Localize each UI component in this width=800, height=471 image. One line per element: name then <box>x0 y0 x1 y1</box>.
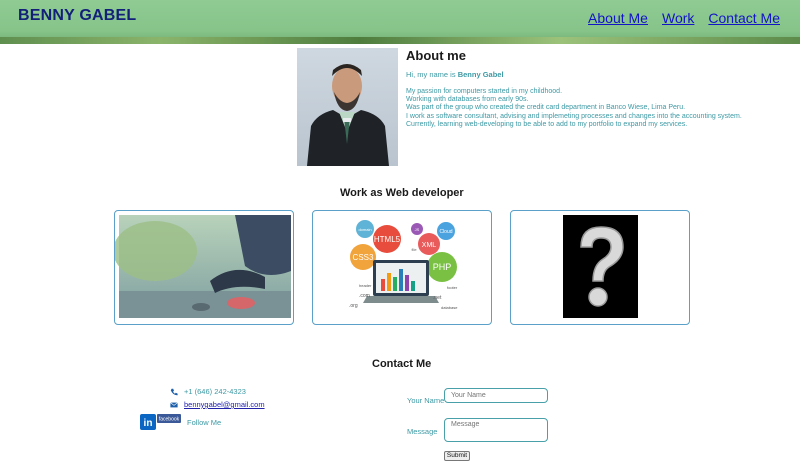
phone-icon <box>170 388 178 395</box>
tag-xml: XML <box>422 242 437 249</box>
web-technologies-icon: HTML5 CSS3 PHP XML JS Cloud domain file … <box>349 220 458 310</box>
about-line: I work as software consultant, advising … <box>406 112 742 120</box>
envelope-icon <box>170 401 178 407</box>
main-nav: About Me Work Contact Me <box>588 10 780 26</box>
tag-domain: domain <box>358 227 371 232</box>
linkedin-icon[interactable]: in <box>140 414 156 430</box>
work-card-runner[interactable] <box>114 210 294 325</box>
about-intro-prefix: Hi, my name is <box>406 70 458 79</box>
message-textarea[interactable] <box>444 418 548 442</box>
about-line: Working with databases from early 90s. <box>406 96 529 104</box>
tag-cloud: Cloud <box>439 229 452 235</box>
email-link[interactable]: bennygabel@gmail.com <box>184 400 265 409</box>
about-title: About me <box>406 48 466 63</box>
about-body: My passion for computers started in my c… <box>406 88 786 129</box>
about-line: Was part of the group who created the cr… <box>406 104 686 112</box>
phone-row: +1 (646) 242-4323 <box>170 387 246 396</box>
about-line: My passion for computers started in my c… <box>406 88 563 95</box>
facebook-text: facebook <box>159 417 180 423</box>
header-decor-strip <box>0 37 800 44</box>
social-row: in facebook Follow Me <box>140 414 221 430</box>
tag-database: database <box>441 305 458 310</box>
tag-com: .com <box>359 293 370 299</box>
tag-net: .net <box>433 295 442 301</box>
nav-link-about-me[interactable]: About Me <box>588 10 648 26</box>
follow-me-text: Follow Me <box>187 417 222 427</box>
brand-title: BENNY GABEL <box>18 7 137 24</box>
tag-file: file <box>411 247 417 252</box>
tag-php: PHP <box>433 262 452 272</box>
work-section-title: Work as Web developer <box>340 187 464 199</box>
profile-photo <box>297 48 398 166</box>
tag-org: .org <box>349 303 358 309</box>
work-card-web-tech[interactable]: HTML5 CSS3 PHP XML JS Cloud domain file … <box>312 210 492 325</box>
message-label: Message <box>407 427 438 436</box>
tag-html5: HTML5 <box>374 235 401 244</box>
about-line: Currently, learning web-developing to be… <box>406 120 688 128</box>
nav-link-contact-me[interactable]: Contact Me <box>708 10 780 26</box>
tag-css3: CSS3 <box>353 253 374 262</box>
phone-number: +1 (646) 242-4323 <box>184 387 246 396</box>
linkedin-text: in <box>144 418 153 429</box>
question-mark-icon <box>563 215 638 318</box>
page: BENNY GABEL About Me Work Contact Me Abo… <box>0 0 800 471</box>
tag-js: JS <box>415 227 420 232</box>
contact-section-title: Contact Me <box>372 358 432 370</box>
about-intro: Hi, my name is Benny Gabel <box>406 70 504 79</box>
facebook-icon[interactable]: facebook <box>157 414 181 423</box>
header: BENNY GABEL About Me Work Contact Me <box>0 0 800 44</box>
tag-footer: footer <box>447 285 458 290</box>
runner-photo-icon <box>115 215 291 318</box>
your-name-input[interactable] <box>444 388 548 403</box>
email-row: bennygabel@gmail.com <box>170 400 265 409</box>
submit-button[interactable]: Submit <box>444 451 470 461</box>
your-name-label: Your Name <box>407 396 445 405</box>
tag-header: header <box>359 283 372 288</box>
nav-link-work[interactable]: Work <box>662 10 694 26</box>
work-card-placeholder[interactable] <box>510 210 690 325</box>
about-intro-name: Benny Gabel <box>457 70 504 79</box>
